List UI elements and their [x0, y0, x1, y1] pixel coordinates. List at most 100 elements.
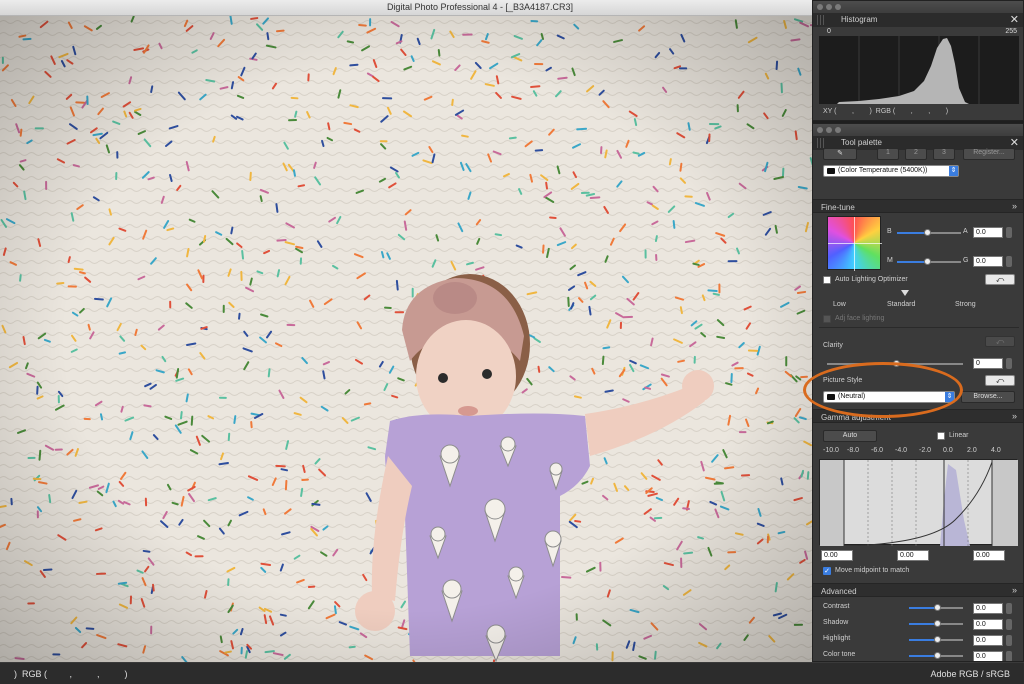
drag-grip-icon[interactable] [817, 15, 825, 25]
histogram-title: Histogram [841, 15, 878, 24]
color-space-label: Adobe RGB / sRGB [930, 669, 1010, 679]
color-wheel-grid[interactable] [827, 216, 882, 271]
gamma-white-field[interactable]: 0.00 [973, 550, 1005, 561]
advanced-stepper[interactable] [1006, 619, 1012, 630]
clarity-undo-button[interactable]: ⤺ [985, 336, 1015, 347]
gamma-auto-button[interactable]: Auto [823, 430, 877, 442]
register-button[interactable]: Register... [963, 148, 1015, 160]
chevron-down-icon: » [1011, 585, 1017, 595]
wb-tab-3[interactable]: 3 [933, 148, 955, 160]
finetune-section-header[interactable]: Fine-tune » [813, 199, 1023, 213]
gamma-tick-label: -6.0 [871, 447, 884, 454]
picture-style-label: Picture Style [823, 377, 863, 384]
minimize-dot-icon[interactable] [826, 127, 832, 133]
chevron-updown-icon: ⇕ [949, 166, 958, 176]
picture-style-undo-button[interactable]: ⤺ [985, 375, 1015, 386]
clarity-value-field[interactable]: 0 [973, 358, 1003, 369]
advanced-value-field[interactable]: 0.0 [973, 619, 1003, 630]
advanced-row-label: Shadow [823, 619, 849, 626]
alo-standard-label: Standard [887, 301, 916, 308]
g-stepper[interactable] [1006, 256, 1012, 267]
auto-lighting-checkbox[interactable] [823, 276, 831, 284]
gamma-tick-label: 2.0 [967, 447, 977, 454]
camera-icon [827, 394, 835, 400]
advanced-slider-fill [909, 623, 936, 625]
advanced-slider-knob[interactable] [934, 636, 941, 643]
advanced-slider-fill [909, 655, 936, 657]
close-dot-icon[interactable] [817, 127, 823, 133]
gamma-section-header[interactable]: Gamma adjustment » [813, 409, 1023, 423]
camera-icon [827, 168, 835, 174]
face-lighting-label: Adj face lighting [835, 315, 885, 322]
finetune-m-label: M [887, 257, 893, 264]
image-preview[interactable] [0, 16, 812, 662]
advanced-title: Advanced [821, 587, 857, 596]
drag-grip-icon[interactable] [817, 138, 825, 148]
advanced-slider-knob[interactable] [934, 652, 941, 659]
zoom-dot-icon[interactable] [835, 127, 841, 133]
gamma-tick-label: 0.0 [943, 447, 953, 454]
divider [819, 327, 1019, 328]
gamma-tick-label: -8.0 [847, 447, 860, 454]
a-value-field[interactable]: 0.0 [973, 227, 1003, 238]
face-lighting-checkbox[interactable] [823, 315, 831, 323]
advanced-slider-fill [909, 607, 936, 609]
advanced-slider-knob[interactable] [934, 604, 941, 611]
advanced-section-header[interactable]: Advanced » [813, 583, 1023, 597]
histogram-curve [837, 38, 969, 104]
m-g-slider-knob[interactable] [924, 258, 931, 265]
wb-tab-1[interactable]: 1 [877, 148, 899, 160]
tool-palette-title: Tool palette [841, 138, 882, 147]
tool-palette: Tool palette ✕ ✎ 1 2 3 Register... (Colo… [812, 123, 1024, 662]
gamma-tick-label: -4.0 [895, 447, 908, 454]
clarity-slider-knob[interactable] [893, 360, 900, 367]
status-bar: ) RGB ( , , ) Adobe RGB / sRGB [0, 662, 1024, 684]
move-midpoint-checkbox[interactable]: ✓ [823, 567, 831, 575]
zoom-dot-icon[interactable] [835, 4, 841, 10]
gamma-graph[interactable] [819, 459, 1018, 547]
advanced-value-field[interactable]: 0.0 [973, 635, 1003, 646]
b-a-slider-knob[interactable] [924, 229, 931, 236]
gamma-tick-labels: -10.0 -8.0 -6.0 -4.0 -2.0 0.0 2.0 4.0 [819, 447, 1019, 457]
histogram-palette: Histogram ✕ 0 255 XY ( , ) RGB ( , , ) [812, 0, 1024, 121]
browse-button[interactable]: Browse... [961, 391, 1015, 403]
alo-level-marker[interactable] [901, 290, 909, 296]
minimize-dot-icon[interactable] [826, 4, 832, 10]
m-g-slider-fill [897, 261, 927, 263]
gamma-black-field[interactable]: 0.00 [821, 550, 853, 561]
advanced-value-field[interactable]: 0.0 [973, 603, 1003, 614]
finetune-a-label: A [963, 228, 968, 235]
chevron-down-icon: » [1011, 411, 1017, 421]
close-dot-icon[interactable] [817, 4, 823, 10]
gamma-mid-field[interactable]: 0.00 [897, 550, 929, 561]
move-midpoint-label: Move midpoint to match [835, 567, 910, 574]
advanced-slider-knob[interactable] [934, 620, 941, 627]
advanced-stepper[interactable] [1006, 635, 1012, 646]
wb-tab-2[interactable]: 2 [905, 148, 927, 160]
histogram-plot [819, 36, 1019, 104]
clarity-stepper[interactable] [1006, 358, 1012, 369]
picture-style-select[interactable]: (Neutral) ⇕ [823, 391, 955, 403]
linear-checkbox[interactable] [937, 432, 945, 440]
white-balance-select[interactable]: (Color Temperature (5400K)) ⇕ [823, 165, 959, 177]
b-a-slider-fill [897, 232, 927, 234]
auto-lighting-label: Auto Lighting Optimizer [835, 276, 908, 283]
histogram-scale-min: 0 [827, 28, 831, 35]
histogram-window-controls [813, 1, 1023, 13]
finetune-g-label: G [963, 257, 969, 264]
advanced-stepper[interactable] [1006, 651, 1012, 661]
linear-label: Linear [949, 432, 969, 439]
histogram-header[interactable]: Histogram ✕ [813, 13, 1023, 27]
advanced-stepper[interactable] [1006, 603, 1012, 614]
gamma-tick-label: -10.0 [823, 447, 839, 454]
histogram-scale: 0 255 [827, 28, 1017, 36]
advanced-row-label: Contrast [823, 603, 850, 610]
close-icon[interactable]: ✕ [1010, 13, 1019, 26]
g-value-field[interactable]: 0.0 [973, 256, 1003, 267]
a-stepper[interactable] [1006, 227, 1012, 238]
advanced-value-field[interactable]: 0.0 [973, 651, 1003, 661]
alo-undo-button[interactable]: ⤺ [985, 274, 1015, 285]
picture-style-value: (Neutral) [838, 393, 866, 400]
eyedropper-button[interactable]: ✎ [823, 148, 857, 160]
histogram-scale-max: 255 [1005, 28, 1017, 35]
